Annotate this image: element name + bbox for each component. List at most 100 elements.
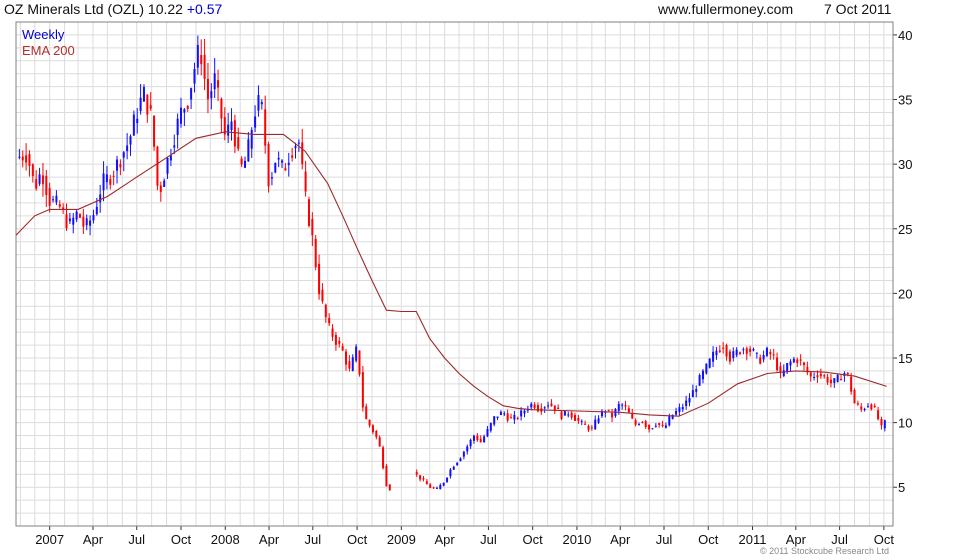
candle-body-down — [311, 219, 314, 236]
x-tick-label: Oct — [698, 532, 719, 547]
candle-body-up — [210, 91, 213, 99]
candle-body-down — [873, 405, 876, 408]
candle-body-down — [240, 158, 243, 165]
candle-body-down — [429, 484, 432, 489]
candle-body-up — [38, 174, 41, 184]
candle-body-up — [715, 350, 718, 356]
candle-body-down — [348, 361, 351, 369]
candle-body-down — [119, 164, 122, 168]
candle-body-down — [577, 418, 580, 421]
candle-body-up — [530, 403, 533, 408]
y-tick-label: 15 — [898, 351, 912, 366]
candle-body-up — [594, 419, 597, 430]
candle-body-down — [206, 78, 209, 100]
candle-body-down — [432, 487, 435, 489]
y-tick-label: 20 — [898, 286, 912, 301]
candle-body-up — [173, 145, 176, 148]
candle-body-up — [193, 69, 196, 84]
candle-body-up — [442, 482, 445, 486]
legend-ema: EMA 200 — [22, 43, 75, 58]
candle-body-up — [169, 155, 172, 161]
candle-body-up — [563, 411, 566, 416]
x-tick-label: Oct — [171, 532, 192, 547]
candle-body-down — [853, 389, 856, 404]
candle-body-down — [388, 484, 391, 490]
candle-body-up — [469, 439, 472, 447]
candle-body-up — [183, 109, 186, 113]
candle-body-down — [237, 137, 240, 149]
candle-body-up — [213, 73, 216, 90]
candle-body-up — [668, 416, 671, 426]
candle-body-up — [678, 407, 681, 412]
candle-body-down — [301, 142, 304, 165]
candle-body-down — [560, 411, 563, 419]
candle-body-up — [274, 162, 277, 173]
candle-body-down — [156, 146, 159, 186]
candle-body-up — [681, 407, 684, 410]
candle-body-up — [68, 218, 71, 222]
candle-body-down — [338, 340, 341, 344]
candle-body-down — [419, 475, 422, 480]
candle-body-up — [836, 374, 839, 382]
candle-body-down — [624, 405, 627, 407]
candle-body-up — [708, 358, 711, 368]
candle-body-down — [722, 347, 725, 349]
candle-body-up — [496, 416, 499, 418]
candle-body-down — [25, 155, 28, 163]
candle-body-down — [557, 407, 560, 410]
candle-body-up — [580, 420, 583, 422]
candle-body-down — [516, 417, 519, 419]
candle-body-down — [850, 376, 853, 392]
candle-body-down — [328, 318, 331, 324]
candle-body-down — [371, 425, 374, 433]
candle-body-down — [415, 472, 418, 475]
candle-body-up — [786, 363, 789, 372]
candle-body-down — [149, 105, 152, 109]
candle-body-up — [789, 361, 792, 366]
candle-body-down — [45, 175, 48, 195]
x-tick-label: Jul — [656, 532, 673, 547]
candle-body-up — [18, 156, 21, 158]
candle-body-up — [695, 389, 698, 392]
candle-body-up — [179, 107, 183, 124]
candle-body-down — [860, 406, 863, 410]
candle-body-down — [159, 185, 162, 192]
candle-body-down — [264, 109, 267, 146]
x-tick-label: Jul — [128, 532, 145, 547]
candle-body-down — [823, 375, 826, 377]
candle-body-down — [759, 357, 762, 364]
legend-weekly: Weekly — [22, 27, 65, 42]
candle-body-up — [459, 458, 462, 462]
candle-body-down — [880, 418, 883, 426]
candle-body-down — [607, 409, 610, 411]
candle-body-up — [664, 425, 667, 428]
candle-body-down — [553, 405, 556, 411]
candle-body-down — [779, 366, 782, 373]
candle-body-down — [533, 404, 536, 409]
candle-body-down — [385, 465, 388, 487]
candle-body-down — [587, 425, 590, 430]
candle-body-down — [65, 214, 68, 229]
candle-body-up — [735, 349, 738, 356]
candle-body-down — [31, 164, 34, 177]
candle-body-up — [277, 157, 280, 160]
candle-body-up — [196, 44, 199, 68]
candle-body-down — [769, 352, 772, 355]
candle-body-up — [227, 124, 230, 136]
candle-body-down — [334, 334, 337, 345]
x-tick-label: 2011 — [739, 532, 767, 547]
candle-body-down — [846, 372, 849, 375]
candle-body-up — [95, 206, 98, 215]
candle-body-up — [254, 116, 257, 128]
candle-body-up — [503, 413, 506, 415]
candle-body-up — [547, 405, 550, 407]
y-tick-label: 40 — [898, 28, 912, 43]
candle-body-down — [870, 404, 873, 410]
candle-body-up — [351, 357, 354, 371]
candle-body-up — [597, 418, 600, 423]
candle-body-down — [267, 144, 270, 187]
candle-body-up — [513, 414, 516, 420]
x-tick-label: Jul — [480, 532, 497, 547]
candle-body-down — [479, 438, 482, 443]
x-tick-label: Apr — [435, 532, 456, 547]
